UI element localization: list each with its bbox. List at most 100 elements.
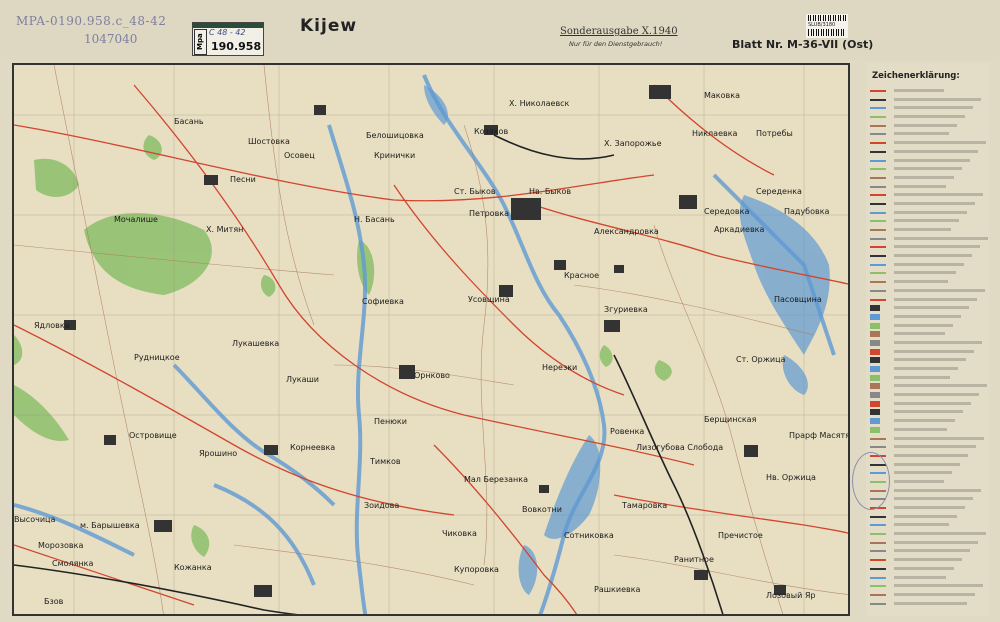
legend-row <box>870 582 988 591</box>
legend-row <box>870 426 988 435</box>
place-label: Н. Басань <box>354 215 395 224</box>
legend-symbol <box>870 567 886 570</box>
place-label: Нв. Оржица <box>766 473 816 482</box>
place-label: Х. Запорожье <box>604 139 662 148</box>
place-label: Кринички <box>374 151 416 160</box>
legend-row <box>870 261 988 270</box>
legend-text-line <box>894 158 970 162</box>
legend-text-line <box>894 514 957 518</box>
stamp-number: 190.958 <box>211 40 262 53</box>
barcode-lines <box>808 15 846 21</box>
place-label: Лукаши <box>286 375 320 384</box>
legend-symbol <box>870 194 886 197</box>
legend-row <box>870 600 988 609</box>
legend-text-line <box>894 132 949 136</box>
place-label: Ст. Оржица <box>736 355 786 364</box>
legend-text-line <box>894 89 944 92</box>
legend-row <box>870 382 988 391</box>
legend-symbol <box>870 446 886 449</box>
place-label: Мочалише <box>114 215 158 224</box>
place-label: Берщинская <box>704 415 757 424</box>
place-label: Кожанка <box>174 563 212 572</box>
place-label: Усовщина <box>468 295 510 304</box>
place-label: Островище <box>129 431 177 440</box>
legend-text-line <box>894 184 946 188</box>
legend-text-line <box>894 436 984 440</box>
place-label: Лозовый Яр <box>766 591 816 600</box>
legend-title: Zeichenerklärung: <box>872 71 960 81</box>
legend-row <box>870 296 988 305</box>
barcode-text: SLUB/3180 <box>808 22 836 28</box>
place-label: Нв. Быков <box>529 187 572 196</box>
legend-text-line <box>894 97 981 101</box>
place-label: Смолянка <box>52 559 94 568</box>
map-frame[interactable]: Шостовка Басань Осовец Белошицовка Козак… <box>12 63 850 616</box>
legend-symbol <box>870 202 886 205</box>
map-sheet: MPA-0190.958.c_48-42 1047040 Mpa C 48 - … <box>0 0 1000 622</box>
legend-text-line <box>894 497 973 501</box>
place-label: Рудницкое <box>134 353 180 362</box>
place-label: Козаков <box>474 127 509 136</box>
legend-text-line <box>894 358 966 362</box>
place-label: Шостовка <box>248 137 290 146</box>
legend-row <box>870 313 988 322</box>
legend-row <box>870 322 988 331</box>
place-label: Никлаевка <box>692 129 738 138</box>
legend-symbol <box>870 150 886 153</box>
legend-row <box>870 348 988 357</box>
edition-note: Nur für den Dienstgebrauch! <box>569 40 663 48</box>
legend-text-line <box>894 340 982 344</box>
legend-text-line <box>894 427 947 431</box>
legend-row <box>870 278 988 287</box>
legend-row <box>870 365 988 374</box>
place-label: Рашкиевка <box>594 585 641 594</box>
legend-symbol <box>870 559 886 562</box>
place-label: Мал Березанка <box>464 475 528 484</box>
legend-text-line <box>894 236 988 240</box>
legend-text-line <box>894 323 953 327</box>
legend-text-line <box>894 575 946 579</box>
place-label: Белошицовка <box>366 131 424 140</box>
legend-symbol <box>870 585 886 588</box>
place-label: Аркадиевка <box>714 225 765 234</box>
legend-text-line <box>894 419 955 423</box>
legend-symbol <box>870 541 886 544</box>
legend-row <box>870 521 988 530</box>
place-label: Высочица <box>14 515 56 524</box>
place-label: Морозовка <box>38 541 84 550</box>
legend-symbol <box>870 255 886 258</box>
legend-symbol <box>870 533 886 536</box>
legend-text-line <box>894 445 976 449</box>
legend-row <box>870 148 988 157</box>
place-label: Ядловка <box>34 321 70 330</box>
legend-row <box>870 391 988 400</box>
legend-symbol <box>870 305 880 312</box>
legend-symbol <box>870 313 880 320</box>
place-label: м. Барышевка <box>80 521 140 530</box>
legend-symbol <box>870 348 880 355</box>
legend-row <box>870 87 988 96</box>
legend-row <box>870 122 988 131</box>
legend-row <box>870 504 988 513</box>
legend-symbol <box>870 400 880 407</box>
barcode: SLUB/3180 <box>806 14 848 38</box>
legend-symbol <box>870 298 886 301</box>
legend-row <box>870 417 988 426</box>
legend-text-line <box>894 280 948 284</box>
legend-symbol <box>870 263 886 266</box>
sheet-header <box>0 0 1000 60</box>
legend-symbol <box>870 281 886 284</box>
legend-symbol <box>870 90 886 92</box>
place-label: Х. Николаевск <box>509 99 570 108</box>
legend-text-line <box>894 297 977 301</box>
place-label: Красное <box>564 271 600 280</box>
round-stamp <box>852 452 890 510</box>
legend-text-line <box>894 558 962 562</box>
stamp-label: Mpa <box>194 29 207 55</box>
legend-row <box>870 252 988 261</box>
legend-text-line <box>894 549 970 553</box>
legend-text-line <box>894 592 975 596</box>
archive-code: MPA-0190.958.c_48-42 <box>16 14 167 28</box>
legend-row <box>870 556 988 565</box>
legend-symbol <box>870 550 886 553</box>
